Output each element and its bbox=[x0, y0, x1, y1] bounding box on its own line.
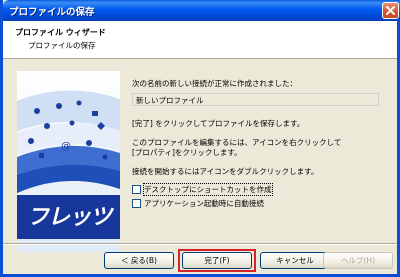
checkbox-label[interactable]: デスクトップにショートカットを作成 bbox=[143, 183, 273, 196]
svg-text:@: @ bbox=[61, 141, 71, 152]
edit-hint-line2: [プロパティ]をクリックします。 bbox=[132, 148, 242, 157]
desktop-shortcut-checkbox[interactable]: デスクトップにショートカットを作成 bbox=[132, 183, 273, 196]
connect-hint: 接続を開始するにはアイコンをダブルクリックします。 bbox=[132, 167, 319, 176]
finish-hint: [完了] をクリックしてプロファイルを保存します。 bbox=[132, 119, 305, 128]
created-message: 次の名前の新しい接続が正常に作成されました： bbox=[132, 79, 297, 88]
title-bar: プロファイルの保存 bbox=[3, 0, 400, 21]
flets-banner: @ フレッツ bbox=[17, 71, 120, 252]
cancel-button[interactable]: キャンセル bbox=[260, 252, 330, 269]
header-subtitle: プロファイルの保存 bbox=[28, 41, 96, 50]
finish-button[interactable]: 完了(F) bbox=[182, 252, 252, 269]
footer-divider bbox=[3, 243, 397, 245]
checkbox-box[interactable] bbox=[132, 199, 141, 208]
close-icon bbox=[386, 6, 395, 15]
checkbox-label[interactable]: アプリケーション起動時に自動接続 bbox=[144, 198, 264, 209]
wizard-header: プロファイル ウィザード プロファイルの保存 bbox=[3, 21, 397, 59]
checkbox-box[interactable] bbox=[132, 185, 141, 194]
close-button[interactable] bbox=[382, 2, 399, 19]
auto-connect-checkbox[interactable]: アプリケーション起動時に自動接続 bbox=[132, 198, 264, 209]
back-button[interactable]: ＜ 戻る(B) bbox=[104, 252, 174, 269]
profile-name-field: 新しいプロファイル bbox=[132, 93, 379, 106]
window-title: プロファイルの保存 bbox=[9, 7, 95, 18]
profile-name-value: 新しいプロファイル bbox=[136, 96, 204, 105]
banner-logo: フレッツ bbox=[26, 205, 112, 230]
header-title: プロファイル ウィザード bbox=[15, 28, 106, 37]
help-button[interactable]: ヘルプ(H) bbox=[323, 252, 393, 269]
